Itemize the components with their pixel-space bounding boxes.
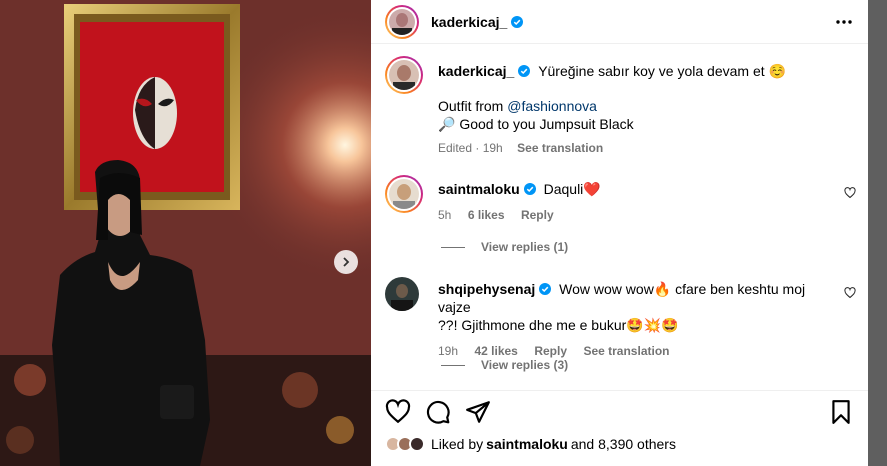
avatar [389,60,419,90]
like-heart-icon[interactable] [385,399,411,425]
caption-block: kaderkicaj_ Yüreğine sabır koy ve yola d… [438,62,848,157]
caption-outfit-prefix: Outfit from [438,98,508,114]
caption-avatar[interactable] [385,56,423,99]
post-photo[interactable] [0,0,371,466]
post-actions-bar [371,390,868,430]
avatar [389,8,415,35]
likes-summary: Liked by saintmaloku and 8,390 others [385,436,676,452]
liked-by-user-link[interactable]: saintmaloku [486,436,568,452]
comment-1-avatar[interactable] [385,175,423,218]
liked-by-prefix: Liked by [431,436,484,452]
comment-2-like-heart-icon[interactable] [844,287,856,299]
caption-edited-time: Edited · 19h [438,141,503,155]
more-horizontal-icon[interactable] [834,12,854,32]
comment-bubble-icon[interactable] [425,399,451,425]
avatar [389,179,419,209]
post-header: kaderkicaj_ [371,0,868,44]
caption-line3: 🔎 Good to you Jumpsuit Black [438,116,634,132]
comment-2-view-replies-label: View replies (3) [481,358,569,372]
caption-see-translation-button[interactable]: See translation [517,141,603,155]
instagram-post-modal: kaderkicaj_ kaderkicaj_ Yüreğine sabır k… [0,0,887,466]
share-send-icon[interactable] [465,399,491,425]
liker-avatar-3 [409,436,425,452]
liked-by-others-link[interactable]: and 8,390 others [571,436,676,452]
comment-1-reply-button[interactable]: Reply [521,208,554,222]
comment-1-likes[interactable]: 6 likes [468,208,505,222]
caption-meta: Edited · 19h See translation [438,139,848,157]
comment-2-avatar[interactable] [385,277,419,311]
verified-badge-icon [518,65,531,77]
next-image-button[interactable] [334,250,358,274]
comment-1-like-heart-icon[interactable] [844,187,856,199]
header-avatar[interactable] [385,4,419,39]
comment-1: saintmaloku Daquli❤️ 5h 6 likes Reply [438,180,838,224]
comment-1-view-replies-button[interactable]: View replies (1) [441,240,568,254]
replies-divider-line [441,246,465,248]
comment-2: shqipehysenaj Wow wow wow🔥 cfare ben kes… [438,280,838,360]
comment-2-text-line2: ??! Gjithmone dhe me e bukur🤩💥🤩 [438,317,679,333]
verified-badge-icon [523,183,536,195]
caption-outfit-line: Outfit from @fashionnova [438,97,848,115]
caption-username[interactable]: kaderkicaj_ [438,63,514,79]
comment-1-view-replies-label: View replies (1) [481,240,569,254]
verified-badge-icon [539,283,552,295]
fashionnova-mention-link[interactable]: @fashionnova [507,98,597,114]
post-details-panel: kaderkicaj_ kaderkicaj_ Yüreğine sabır k… [371,0,868,466]
comment-2-reply-button[interactable]: Reply [534,344,567,358]
comment-2-likes[interactable]: 42 likes [474,344,517,358]
header-username[interactable]: kaderkicaj_ [431,14,507,30]
modal-backdrop[interactable] [868,0,887,466]
comment-2-see-translation-button[interactable]: See translation [583,344,669,358]
post-photo-illustration [0,0,371,466]
comment-1-meta: 5h 6 likes Reply [438,206,838,224]
save-bookmark-icon[interactable] [828,399,854,425]
verified-badge-icon [511,15,524,28]
comment-2-username[interactable]: shqipehysenaj [438,281,535,297]
comment-2-time: 19h [438,344,459,358]
comment-1-username[interactable]: saintmaloku [438,181,520,197]
replies-divider-line [441,364,465,366]
comment-1-text: Daquli❤️ [543,181,601,197]
comment-1-time: 5h [438,208,452,222]
avatar [385,277,419,311]
caption-line1: Yüreğine sabır koy ve yola devam et ☺️ [538,63,786,79]
comment-2-view-replies-button[interactable]: View replies (3) [441,358,568,372]
chevron-right-icon [343,257,350,267]
